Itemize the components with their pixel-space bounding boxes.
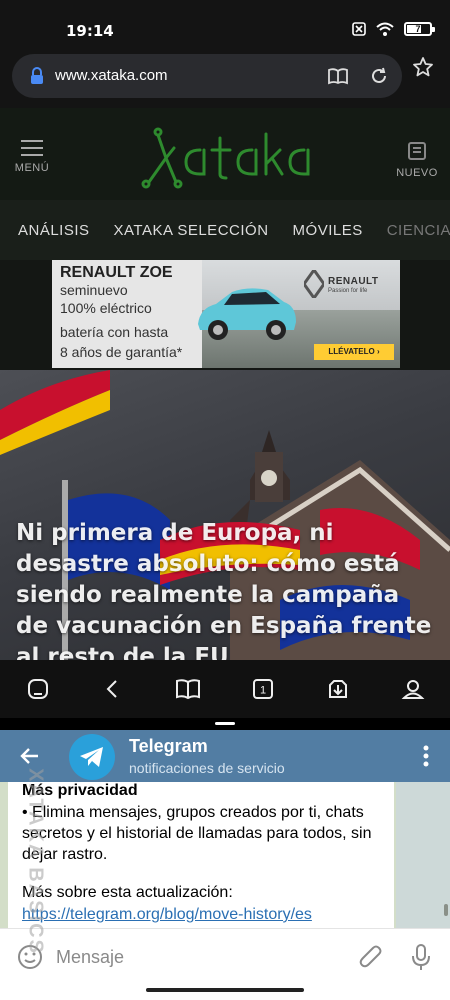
hero-title[interactable]: Ni primera de Europa, ni desastre absolu… bbox=[16, 518, 436, 660]
gesture-area bbox=[0, 986, 450, 1000]
new-label: NUEVO bbox=[396, 167, 438, 179]
ad-text-panel: RENAULT ZOE seminuevo 100% eléctrico bat… bbox=[52, 260, 202, 368]
nav-item-moviles[interactable]: MÓVILES bbox=[275, 222, 363, 239]
back-arrow-icon[interactable] bbox=[18, 744, 42, 773]
ad-brand-name: RENAULT bbox=[328, 276, 379, 287]
telegram-plane-icon bbox=[80, 747, 103, 767]
telegram-header: Telegram notificaciones de servicio bbox=[0, 730, 450, 782]
ad-banner[interactable]: RENAULT ZOE seminuevo 100% eléctrico bat… bbox=[52, 260, 400, 368]
menu-button[interactable]: MENÚ bbox=[12, 140, 52, 174]
lock-icon bbox=[30, 67, 44, 90]
ad-area: RENAULT ZOE seminuevo 100% eléctrico bat… bbox=[0, 260, 450, 370]
chat-area[interactable]: Más privacidad • Elimina mensajes, grupo… bbox=[0, 782, 450, 928]
message-composer bbox=[0, 928, 450, 986]
tab-count: 1 bbox=[259, 685, 265, 697]
chat-scrollbar[interactable] bbox=[444, 904, 448, 916]
tabs-icon: 1 bbox=[252, 679, 273, 699]
car-image bbox=[192, 278, 302, 353]
menu-icon bbox=[21, 140, 43, 156]
ad-line-2: 100% eléctrico bbox=[60, 300, 152, 316]
chat-status: notificaciones de servicio bbox=[129, 760, 285, 776]
message-heading: Más privacidad bbox=[22, 782, 138, 799]
mic-icon[interactable] bbox=[410, 943, 432, 976]
message-body: • Elimina mensajes, grupos creados por t… bbox=[22, 804, 372, 863]
chat-name[interactable]: Telegram bbox=[129, 736, 208, 757]
split-handle[interactable] bbox=[215, 722, 235, 725]
menu-label: MENÚ bbox=[14, 162, 50, 174]
tabs-button[interactable]: 1 bbox=[243, 669, 283, 709]
wifi-icon bbox=[376, 22, 394, 36]
notification-off-icon bbox=[352, 22, 366, 36]
xataka-logo-graphic bbox=[141, 127, 310, 189]
address-bar[interactable]: www.xataka.com bbox=[12, 54, 402, 98]
nav-item-ciencia[interactable]: CIENCIA bbox=[369, 222, 450, 239]
url-text[interactable]: www.xataka.com bbox=[55, 67, 168, 84]
message-link[interactable]: https://telegram.org/blog/move-history/e… bbox=[22, 906, 312, 924]
nav-item-xataka-seleccion[interactable]: XATAKA SELECCIÓN bbox=[96, 222, 269, 239]
status-time: 19:14 bbox=[66, 22, 114, 40]
message-more-text: Más sobre esta actualización: bbox=[22, 884, 233, 901]
new-button[interactable]: NUEVO bbox=[396, 140, 438, 179]
emoji-icon[interactable] bbox=[17, 944, 43, 975]
avatar[interactable] bbox=[69, 734, 115, 780]
reader-mode-icon[interactable] bbox=[327, 66, 349, 91]
browser-url-area: www.xataka.com bbox=[0, 46, 450, 108]
hero-article[interactable]: Ni primera de Europa, ni desastre absolu… bbox=[0, 370, 450, 660]
ad-line-3: batería con hasta bbox=[60, 324, 169, 340]
split-screen-divider[interactable] bbox=[0, 718, 450, 730]
more-vert-icon[interactable] bbox=[422, 744, 430, 773]
ad-line-1: seminuevo bbox=[60, 282, 128, 298]
ad-brand-tagline: Passion for life bbox=[328, 288, 368, 294]
battery-text: 7 bbox=[415, 24, 421, 34]
ad-brand: RENAULT Passion for life bbox=[302, 266, 394, 306]
nav-item-analisis[interactable]: ANÁLISIS bbox=[0, 222, 90, 239]
gesture-bar[interactable] bbox=[146, 988, 304, 992]
bookmarks-icon[interactable] bbox=[168, 669, 208, 709]
ad-cta-button[interactable]: LLÉVATELO › bbox=[314, 344, 394, 360]
download-icon[interactable] bbox=[318, 669, 358, 709]
home-icon[interactable] bbox=[18, 669, 58, 709]
reload-icon[interactable] bbox=[369, 66, 389, 91]
back-icon[interactable] bbox=[93, 669, 133, 709]
account-icon[interactable] bbox=[393, 669, 433, 709]
battery-icon: 7 bbox=[404, 22, 435, 36]
xataka-logo[interactable] bbox=[140, 122, 312, 199]
bookmark-star-icon[interactable] bbox=[412, 56, 434, 83]
status-icons: 7 bbox=[352, 22, 435, 36]
message-input[interactable] bbox=[56, 941, 346, 973]
renault-logo-icon bbox=[304, 270, 324, 298]
ad-title: RENAULT ZOE bbox=[60, 264, 173, 281]
browser-toolbar: 1 bbox=[0, 660, 450, 718]
site-nav: ANÁLISIS XATAKA SELECCIÓN MÓVILES CIENCI… bbox=[0, 200, 450, 260]
new-icon bbox=[408, 142, 426, 160]
site-header: MENÚ NUEVO bbox=[0, 108, 450, 200]
ad-line-4: 8 años de garantía* bbox=[60, 344, 183, 360]
message-bubble[interactable]: Más privacidad • Elimina mensajes, grupo… bbox=[8, 782, 394, 928]
chat-background-pattern bbox=[396, 782, 450, 928]
attach-icon[interactable] bbox=[358, 943, 384, 976]
